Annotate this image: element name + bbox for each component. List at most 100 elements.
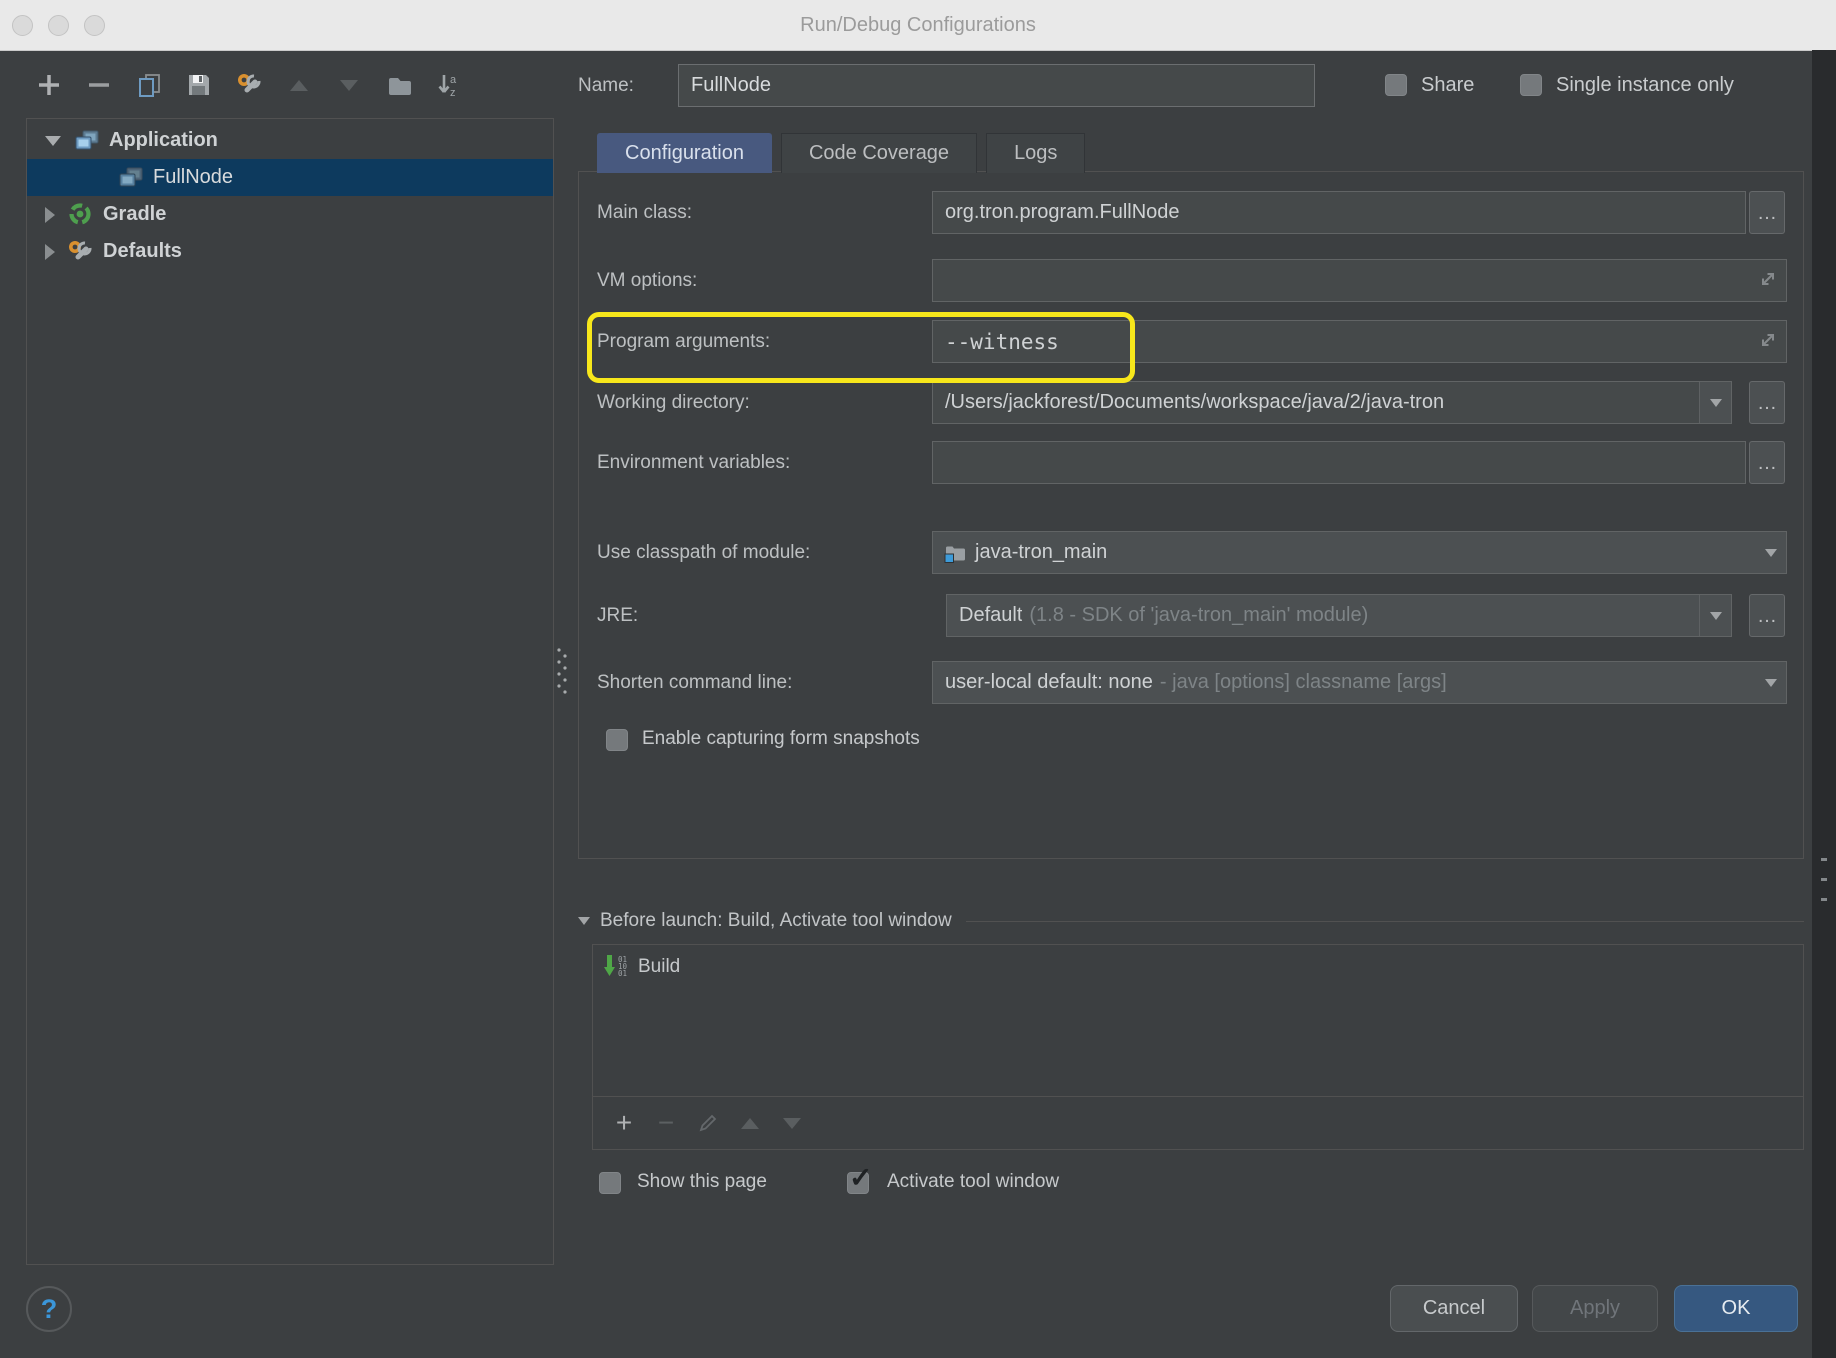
show-this-page-label: Show this page (637, 1171, 767, 1193)
save-configuration-button[interactable] (174, 65, 224, 105)
tree-item-defaults[interactable]: Defaults (27, 233, 553, 270)
chevron-right-icon[interactable] (45, 244, 55, 260)
vm-options-field[interactable] (932, 259, 1787, 302)
move-down-button[interactable] (324, 65, 374, 105)
before-launch-item-build[interactable]: 01 10 01 Build (603, 954, 680, 980)
configuration-panel: Main class: org.tron.program.FullNode … … (578, 171, 1804, 859)
help-button[interactable]: ? (26, 1286, 72, 1332)
cancel-button[interactable]: Cancel (1390, 1285, 1518, 1332)
single-instance-label: Single instance only (1556, 74, 1734, 97)
shorten-command-line-hint: - java [options] classname [args] (1160, 671, 1447, 694)
application-icon (71, 128, 101, 154)
remove-task-button[interactable]: − (645, 1106, 687, 1140)
background-window-edge (1812, 50, 1836, 1358)
tree-item-label: Application (109, 129, 218, 152)
run-debug-configurations-dialog: Run/Debug Configurations (0, 0, 1836, 1358)
environment-variables-field[interactable] (932, 441, 1746, 484)
before-launch-toolbar: + − (593, 1096, 1803, 1149)
name-label: Name: (578, 64, 634, 107)
edit-defaults-icon (235, 71, 263, 99)
edit-defaults-button[interactable] (224, 65, 274, 105)
application-icon (115, 165, 145, 191)
edit-icon (696, 1111, 720, 1135)
sort-configurations-button[interactable]: a z (424, 65, 474, 105)
main-class-label: Main class: (597, 191, 932, 234)
configurations-tree: Application FullNode Gradle Defaults (26, 118, 554, 1265)
working-directory-label: Working directory: (597, 381, 932, 424)
activate-tool-window-label: Activate tool window (887, 1171, 1059, 1193)
create-folder-button[interactable] (374, 65, 424, 105)
svg-text:z: z (450, 87, 456, 99)
add-icon (36, 72, 62, 98)
browse-main-class-button[interactable]: … (1749, 191, 1785, 234)
expand-field-icon[interactable] (1757, 329, 1779, 356)
remove-configuration-button[interactable] (74, 65, 124, 105)
activate-tool-window-checkbox[interactable]: ✓ (847, 1172, 869, 1194)
working-directory-field[interactable]: /Users/jackforest/Documents/workspace/ja… (932, 381, 1732, 424)
enable-snapshots-checkbox[interactable] (606, 729, 628, 751)
tree-item-gradle[interactable]: Gradle (27, 196, 553, 233)
tree-item-fullnode[interactable]: FullNode (27, 159, 553, 196)
folder-icon (386, 72, 413, 98)
move-down-icon (340, 80, 358, 91)
use-classpath-dropdown-button[interactable] (1755, 532, 1786, 573)
shorten-command-line-combo[interactable]: user-local default: none - java [options… (932, 661, 1787, 704)
vm-options-label: VM options: (597, 259, 932, 302)
shorten-command-line-dropdown-button[interactable] (1755, 662, 1786, 703)
single-instance-checkbox[interactable] (1520, 74, 1542, 96)
save-icon (186, 72, 212, 98)
move-up-icon (290, 80, 308, 91)
before-launch-header[interactable]: Before launch: Build, Activate tool wind… (578, 908, 1804, 934)
working-directory-dropdown-button[interactable] (1699, 382, 1731, 423)
remove-icon (86, 72, 112, 98)
chevron-down-icon (1710, 612, 1722, 620)
name-input[interactable]: FullNode (678, 64, 1315, 107)
tree-item-label: Gradle (103, 203, 166, 226)
checkmark-icon: ✓ (849, 1164, 872, 1192)
tree-item-label: FullNode (153, 166, 233, 189)
copy-icon (136, 72, 163, 99)
use-classpath-combo[interactable]: java-tron_main (932, 531, 1787, 574)
jre-dropdown-button[interactable] (1699, 595, 1731, 636)
enable-snapshots-label: Enable capturing form snapshots (642, 728, 920, 750)
expand-field-icon[interactable] (1757, 268, 1779, 295)
tab-code-coverage[interactable]: Code Coverage (781, 133, 977, 173)
window-titlebar: Run/Debug Configurations (0, 0, 1836, 51)
browse-working-directory-button[interactable]: … (1749, 381, 1785, 424)
share-checkbox[interactable] (1385, 74, 1407, 96)
edit-task-button[interactable] (687, 1106, 729, 1140)
chevron-down-icon[interactable] (45, 136, 61, 146)
settings-tabs: Configuration Code Coverage Logs (597, 133, 1094, 173)
configurations-toolbar: a z (24, 63, 474, 107)
module-icon (943, 541, 967, 565)
program-arguments-label: Program arguments: (597, 320, 932, 363)
chevron-down-icon (1765, 549, 1777, 557)
before-launch-list: 01 10 01 Build + − (592, 944, 1804, 1150)
apply-button[interactable]: Apply (1532, 1285, 1658, 1332)
drag-handle-icon (555, 646, 569, 698)
chevron-down-icon (1765, 679, 1777, 687)
tree-item-application[interactable]: Application (27, 122, 553, 159)
environment-variables-label: Environment variables: (597, 441, 932, 484)
show-this-page-checkbox[interactable] (599, 1172, 621, 1194)
add-task-button[interactable]: + (603, 1106, 645, 1140)
browse-environment-variables-button[interactable]: … (1749, 441, 1785, 484)
chevron-right-icon[interactable] (45, 207, 55, 223)
copy-configuration-button[interactable] (124, 65, 174, 105)
main-class-field[interactable]: org.tron.program.FullNode (932, 191, 1746, 234)
ok-button[interactable]: OK (1674, 1285, 1798, 1332)
tab-logs[interactable]: Logs (986, 133, 1085, 173)
browse-jre-button[interactable]: … (1749, 594, 1785, 637)
move-task-down-button[interactable] (771, 1106, 813, 1140)
tab-configuration[interactable]: Configuration (597, 133, 772, 173)
chevron-down-icon (578, 917, 590, 925)
program-arguments-field[interactable]: --witness (932, 320, 1787, 363)
chevron-down-icon (1710, 399, 1722, 407)
move-up-button[interactable] (274, 65, 324, 105)
jre-label: JRE: (597, 594, 932, 637)
add-configuration-button[interactable] (24, 65, 74, 105)
jre-combo[interactable]: Default (1.8 - SDK of 'java-tron_main' m… (946, 594, 1732, 637)
move-task-up-button[interactable] (729, 1106, 771, 1140)
use-classpath-label: Use classpath of module: (597, 531, 932, 574)
panel-splitter[interactable] (554, 644, 570, 700)
